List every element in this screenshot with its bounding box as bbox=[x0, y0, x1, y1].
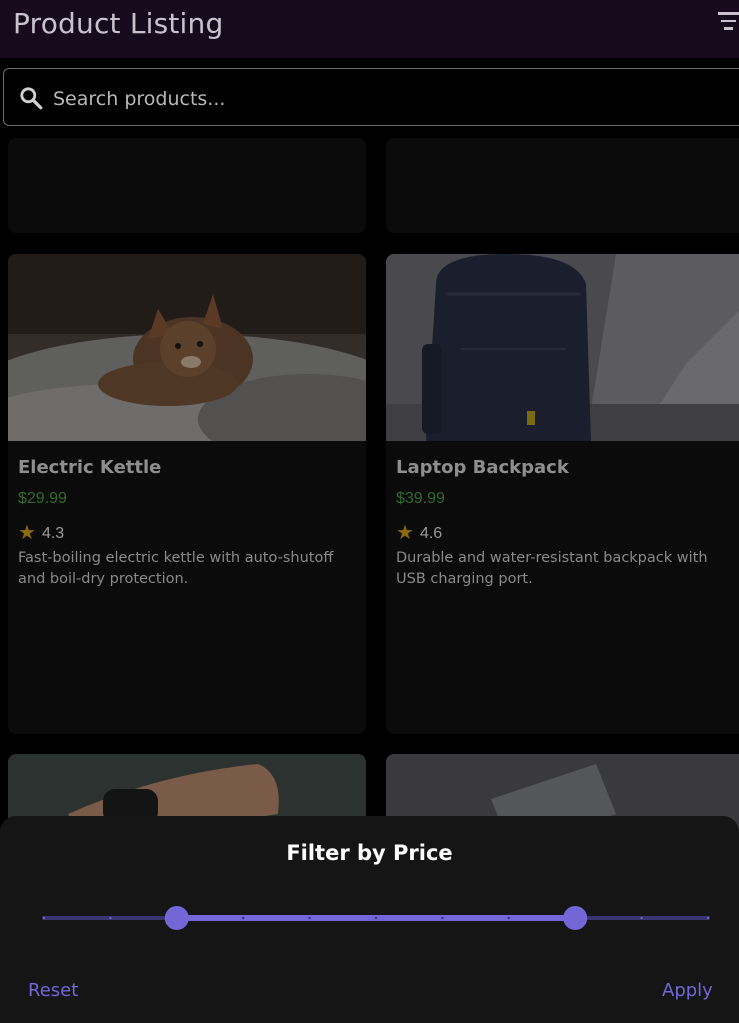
slider-tick bbox=[507, 916, 510, 920]
search-placeholder: Search products... bbox=[53, 88, 226, 110]
product-price: $29.99 bbox=[18, 490, 67, 507]
slider-tick bbox=[242, 916, 245, 920]
search-input[interactable]: Search products... bbox=[3, 68, 739, 126]
slider-tick bbox=[640, 916, 643, 920]
product-card[interactable]: Laptop Backpack $39.99 ★ 4.6 Durable and … bbox=[386, 254, 739, 734]
product-rating: ★ 4.6 bbox=[396, 519, 442, 544]
product-image bbox=[386, 254, 739, 441]
slider-max-handle[interactable] bbox=[563, 906, 588, 930]
app-bar: Product Listing bbox=[0, 0, 739, 58]
product-description: Durable and water-resistant backpack wit… bbox=[396, 550, 708, 587]
slider-tick bbox=[308, 916, 311, 920]
product-card[interactable]: Electric Kettle $29.99 ★ 4.3 Fast-boiling… bbox=[8, 254, 366, 734]
product-card[interactable] bbox=[386, 138, 739, 233]
page-title: Product Listing bbox=[13, 7, 224, 40]
slider-tick bbox=[374, 916, 378, 920]
search-icon bbox=[20, 87, 43, 110]
product-price: $39.99 bbox=[396, 490, 445, 507]
product-image bbox=[8, 254, 366, 441]
product-title: Electric Kettle bbox=[18, 457, 162, 478]
product-description: Fast-boiling electric kettle with auto-s… bbox=[18, 550, 334, 587]
product-title: Laptop Backpack bbox=[396, 457, 569, 478]
slider-tick bbox=[109, 916, 112, 920]
star-icon: ★ bbox=[396, 522, 414, 544]
slider-min-handle[interactable] bbox=[164, 906, 189, 930]
rating-value: 4.6 bbox=[419, 525, 443, 542]
rating-value: 4.3 bbox=[41, 525, 65, 542]
filter-list-icon[interactable] bbox=[718, 12, 739, 36]
slider-tick bbox=[441, 916, 444, 920]
product-card[interactable] bbox=[8, 138, 366, 233]
reset-button[interactable]: Reset bbox=[28, 980, 78, 1001]
slider-tick bbox=[42, 916, 46, 920]
price-range-slider[interactable] bbox=[0, 816, 739, 1023]
apply-button[interactable]: Apply bbox=[662, 980, 713, 1001]
filter-bottom-sheet: Filter by Price Reset Apply bbox=[0, 816, 739, 1023]
product-rating: ★ 4.3 bbox=[18, 519, 64, 544]
star-icon: ★ bbox=[18, 522, 36, 544]
slider-tick bbox=[706, 916, 710, 920]
